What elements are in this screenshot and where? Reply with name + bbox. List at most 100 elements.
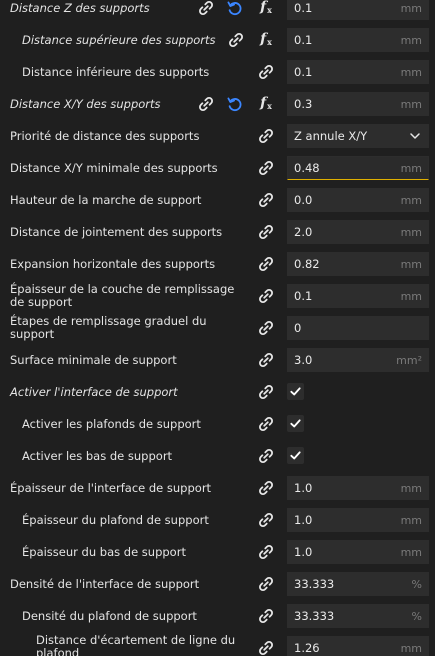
link-icon[interactable] [256,254,276,274]
setting-row: Hauteur de la marche de support 0.0 mm [0,184,435,216]
setting-input[interactable]: 0.82 mm [287,252,429,276]
setting-row: Épaisseur du plafond de support 1.0 mm [0,504,435,536]
setting-value: 0.1 [294,33,313,47]
setting-row: Densité du plafond de support 33.333% [0,600,435,632]
setting-input[interactable]: 1.0 mm [287,540,429,564]
setting-input[interactable]: 0.3 mm [287,92,429,116]
setting-input[interactable]: 0.1 mm [287,284,429,308]
setting-input[interactable]: 1.0 mm [287,476,429,500]
link-icon[interactable] [256,638,276,656]
setting-label: Distance d'écartement de ligne du plafon… [36,633,236,656]
setting-value: 33.333 [294,577,335,591]
setting-value: 3.0 [294,353,313,367]
setting-row: Distance X/Y des supports fx 0.3 mm [0,88,435,120]
setting-label: Distance X/Y minimale des supports [10,160,218,175]
setting-input[interactable]: 3.0 mm² [287,348,429,372]
link-icon[interactable] [256,318,276,338]
setting-row: Activer les bas de support [0,440,435,472]
setting-unit: mm [400,481,422,495]
setting-unit: mm [400,513,422,527]
setting-checkbox[interactable] [287,415,304,432]
setting-input[interactable]: 2.0 mm [287,220,429,244]
setting-unit: mm² [396,353,422,367]
setting-label: Surface minimale de support [10,352,177,367]
link-icon[interactable] [256,414,276,434]
link-icon[interactable] [256,158,276,178]
setting-unit: mm [400,641,422,655]
function-icon[interactable]: fx [256,93,276,113]
function-icon[interactable]: fx [256,0,276,17]
setting-value: 0.48 [294,161,320,175]
setting-value: 1.26 [294,641,320,655]
setting-label: Densité du plafond de support [22,608,197,623]
setting-unit: mm [400,193,422,207]
setting-value: 0.1 [294,1,313,15]
setting-row: Étapes de remplissage graduel du support… [0,312,435,344]
settings-list: Distance Z des supports fx 0.1 mm Distance s… [0,0,435,656]
setting-value: 0.1 [294,65,313,79]
setting-label: Épaisseur de la couche de remplissage de… [10,282,235,309]
link-icon[interactable] [256,446,276,466]
setting-value: 2.0 [294,225,313,239]
reset-icon[interactable] [225,0,245,18]
setting-input[interactable]: 1.26 mm [287,636,429,656]
link-icon[interactable] [256,62,276,82]
setting-label: Expansion horizontale des supports [10,256,216,271]
setting-input[interactable]: 0.1 mm [287,0,429,20]
setting-checkbox[interactable] [287,383,304,400]
setting-value: 0.1 [294,289,313,303]
link-icon[interactable] [256,478,276,498]
link-icon[interactable] [256,382,276,402]
link-icon[interactable] [256,510,276,530]
setting-row: Distance d'écartement de ligne du plafon… [0,632,435,656]
setting-dropdown[interactable]: Z annule X/Y [287,124,429,148]
function-icon[interactable]: fx [256,29,276,49]
link-icon[interactable] [256,574,276,594]
link-icon[interactable] [256,606,276,626]
setting-row: Activer les plafonds de support [0,408,435,440]
setting-row: Distance inférieure des supports 0.1 mm [0,56,435,88]
setting-row: Expansion horizontale des supports 0.82 mm [0,248,435,280]
chevron-down-icon [408,129,422,143]
setting-unit: mm [400,257,422,271]
setting-unit: mm [400,33,422,47]
reset-icon[interactable] [225,94,245,114]
setting-row: Surface minimale de support 3.0 mm² [0,344,435,376]
link-icon[interactable] [256,222,276,242]
setting-input[interactable]: 0.1 mm [287,60,429,84]
setting-value: 1.0 [294,513,313,527]
setting-value: Z annule X/Y [294,129,368,143]
setting-row: Densité de l'interface de support 33.333% [0,568,435,600]
setting-input[interactable]: 0.48 mm [287,156,429,180]
setting-input[interactable]: 1.0 mm [287,508,429,532]
setting-label: Distance inférieure des supports [22,64,210,79]
setting-input[interactable]: 0 [287,316,429,340]
setting-row: Épaisseur de la couche de remplissage de… [0,280,435,312]
setting-row: Priorité de distance des supports Z annul… [0,120,435,152]
setting-label: Épaisseur du bas de support [22,544,186,559]
setting-input[interactable]: 33.333% [287,572,429,596]
link-icon[interactable] [196,0,216,18]
setting-unit: mm [400,65,422,79]
setting-input[interactable]: 33.333% [287,604,429,628]
setting-checkbox[interactable] [287,447,304,464]
setting-label: Épaisseur de l'interface de support [10,480,212,495]
setting-input[interactable]: 0.1 mm [287,28,429,52]
setting-value: 33.333 [294,609,335,623]
link-icon[interactable] [256,126,276,146]
link-icon[interactable] [256,350,276,370]
link-icon[interactable] [256,286,276,306]
link-icon[interactable] [256,190,276,210]
setting-value: 0.82 [294,257,320,271]
setting-input[interactable]: 0.0 mm [287,188,429,212]
link-icon[interactable] [226,30,246,50]
setting-label: Activer l'interface de support [10,384,178,399]
setting-label: Priorité de distance des supports [10,128,200,143]
setting-row: Épaisseur du bas de support 1.0 mm [0,536,435,568]
link-icon[interactable] [256,542,276,562]
setting-row: Distance de jointement des supports 2.0 mm [0,216,435,248]
setting-unit: mm [400,225,422,239]
link-icon[interactable] [196,94,216,114]
setting-unit: % [411,577,422,591]
setting-unit: mm [400,97,422,111]
